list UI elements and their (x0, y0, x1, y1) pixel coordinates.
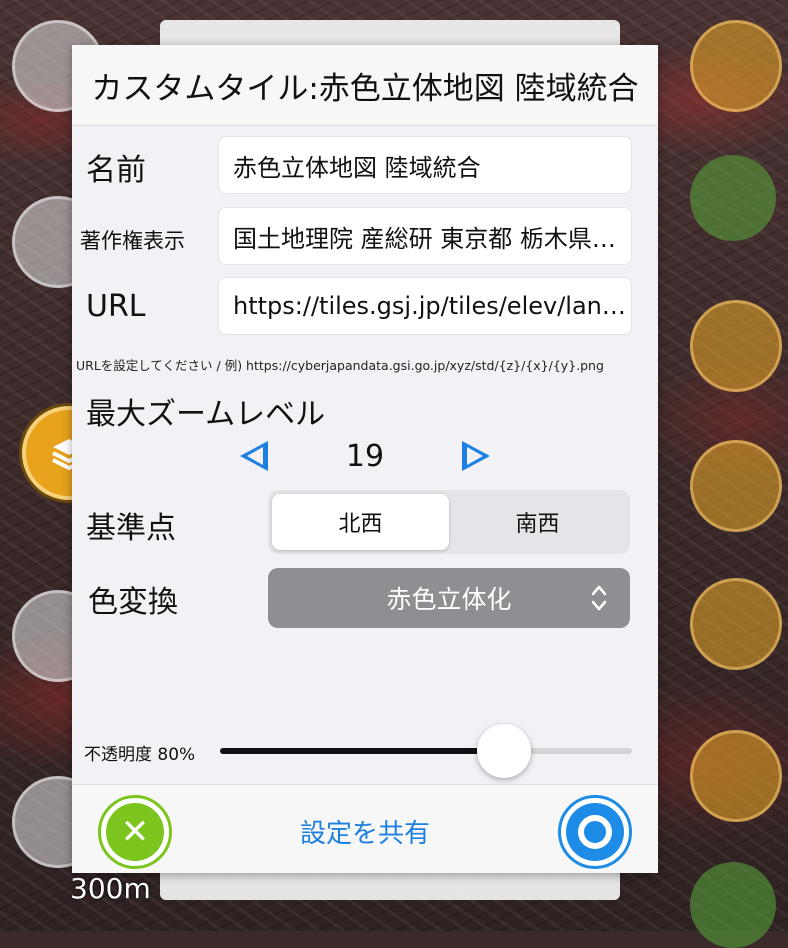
color-conversion-label: 色変換 (88, 585, 178, 620)
color-conversion-select[interactable]: 赤色立体化 (268, 568, 630, 628)
url-label: URL (86, 289, 146, 324)
zoom-value: 19 (345, 438, 385, 474)
max-zoom-label: 最大ズームレベル (86, 397, 326, 432)
origin-label: 基準点 (86, 511, 176, 546)
url-hint: URLを設定してください / 例) https://cyberjapandata… (76, 358, 604, 373)
opacity-slider-thumb[interactable] (477, 724, 532, 778)
dialog-footer: ✕ 設定を共有 (72, 784, 658, 873)
copyright-field[interactable]: 国土地理院 産総研 東京都 栃木県… (218, 207, 632, 265)
add-pin-button[interactable] (690, 440, 782, 532)
name-field[interactable]: 赤色立体地図 陸域統合 (218, 136, 632, 194)
route-button[interactable] (690, 730, 782, 822)
origin-option-northwest[interactable]: 北西 (272, 494, 449, 550)
color-conversion-value: 赤色立体化 (386, 585, 512, 614)
zoom-stepper: 19 (240, 433, 490, 479)
zoom-decrease-icon[interactable] (240, 441, 268, 471)
compass-button[interactable] (690, 20, 782, 112)
dialog-title: カスタムタイル:赤色立体地図 陸域統合 (72, 45, 658, 126)
confirm-button[interactable] (558, 795, 632, 869)
footprint-button[interactable] (690, 578, 782, 670)
name-label: 名前 (86, 153, 146, 188)
ok-icon (566, 803, 624, 861)
custom-tile-dialog: カスタムタイル:赤色立体地図 陸域統合 名前 赤色立体地図 陸域統合 著作権表示… (72, 45, 658, 873)
origin-option-southwest[interactable]: 南西 (449, 494, 626, 550)
zoom-increase-icon[interactable] (462, 441, 490, 471)
opacity-slider-fill (220, 748, 505, 754)
opacity-slider[interactable] (220, 724, 632, 778)
no-entry-button[interactable] (690, 300, 782, 392)
location-arrow-button[interactable] (690, 155, 776, 241)
url-field[interactable]: https://tiles.gsj.jp/tiles/elev/lan… (218, 277, 632, 335)
map-scale: 300m (70, 872, 151, 905)
copyright-label: 著作権表示 (80, 229, 185, 253)
chevron-up-down-icon (591, 585, 607, 611)
opacity-label: 不透明度 80% (84, 745, 196, 765)
user-button[interactable] (690, 862, 776, 948)
origin-segmented-control: 北西 南西 (268, 490, 630, 554)
